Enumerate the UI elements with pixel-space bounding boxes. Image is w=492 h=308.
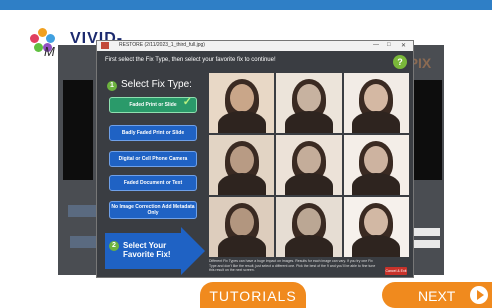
brand-initial: M — [44, 44, 55, 59]
fix-preview-9[interactable] — [343, 197, 409, 257]
background-button — [70, 236, 98, 248]
fix-type-note: Different Fix Types can have a huge impa… — [209, 259, 376, 272]
maximize-button[interactable]: □ — [387, 42, 391, 48]
fix-type-badly-faded[interactable]: Badly Faded Print or Slide — [109, 125, 197, 141]
background-button — [68, 205, 96, 217]
fix-preview-grid — [209, 73, 409, 257]
tutorials-button[interactable]: TUTORIALS — [200, 282, 306, 308]
fix-preview-3[interactable] — [343, 73, 409, 133]
step2-arrow: 2 Select Your Favorite Fix! — [105, 227, 205, 275]
app-icon — [101, 42, 109, 49]
fix-type-label: No Image Correction Add Metadata Only — [111, 204, 195, 216]
step1-number: 1 — [107, 81, 117, 91]
fix-type-digital-camera[interactable]: Digital or Cell Phone Camera — [109, 151, 197, 167]
fix-preview-5[interactable] — [276, 135, 342, 195]
dialog-title: RESTORE (2/11/2023_1_third_full.jpg) — [119, 42, 205, 48]
right-preview-area — [410, 80, 442, 180]
fix-type-label: Faded Document or Text — [123, 180, 183, 186]
step2-number: 2 — [109, 241, 119, 251]
minimize-button[interactable]: — — [373, 42, 379, 48]
fix-preview-6[interactable] — [343, 135, 409, 195]
fix-preview-1[interactable] — [209, 73, 275, 133]
restore-dialog: RESTORE (2/11/2023_1_third_full.jpg) — □… — [96, 40, 414, 278]
next-button[interactable]: NEXT — [382, 282, 492, 308]
fix-type-label: Digital or Cell Phone Camera — [118, 156, 188, 162]
next-label: NEXT — [418, 288, 456, 304]
fix-preview-2[interactable] — [276, 73, 342, 133]
help-button[interactable]: ? — [393, 55, 407, 69]
step2-label: Select Your Favorite Fix! — [123, 241, 171, 259]
top-accent-bar — [0, 0, 492, 10]
step1-label: Select Fix Type: — [121, 79, 192, 90]
close-button[interactable]: ✕ — [401, 42, 406, 49]
fix-preview-7[interactable] — [209, 197, 275, 257]
fix-type-faded-document[interactable]: Faded Document or Text — [109, 175, 197, 191]
left-preview-area — [63, 80, 93, 180]
checkmark-icon: ✓ — [182, 96, 192, 108]
fix-type-faded-print[interactable]: Faded Print or Slide ✓ — [109, 97, 197, 113]
fix-type-label: Badly Faded Print or Slide — [121, 130, 185, 136]
fix-type-label: Faded Print or Slide — [129, 102, 177, 108]
dialog-titlebar: RESTORE (2/11/2023_1_third_full.jpg) — □… — [97, 41, 413, 51]
fix-preview-8[interactable] — [276, 197, 342, 257]
fix-preview-4[interactable] — [209, 135, 275, 195]
cancel-exit-button[interactable]: Cancel & Exit — [385, 267, 407, 275]
fix-type-no-correction[interactable]: No Image Correction Add Metadata Only — [109, 201, 197, 219]
instruction-text: First select the Fix Type, then select y… — [105, 57, 276, 63]
